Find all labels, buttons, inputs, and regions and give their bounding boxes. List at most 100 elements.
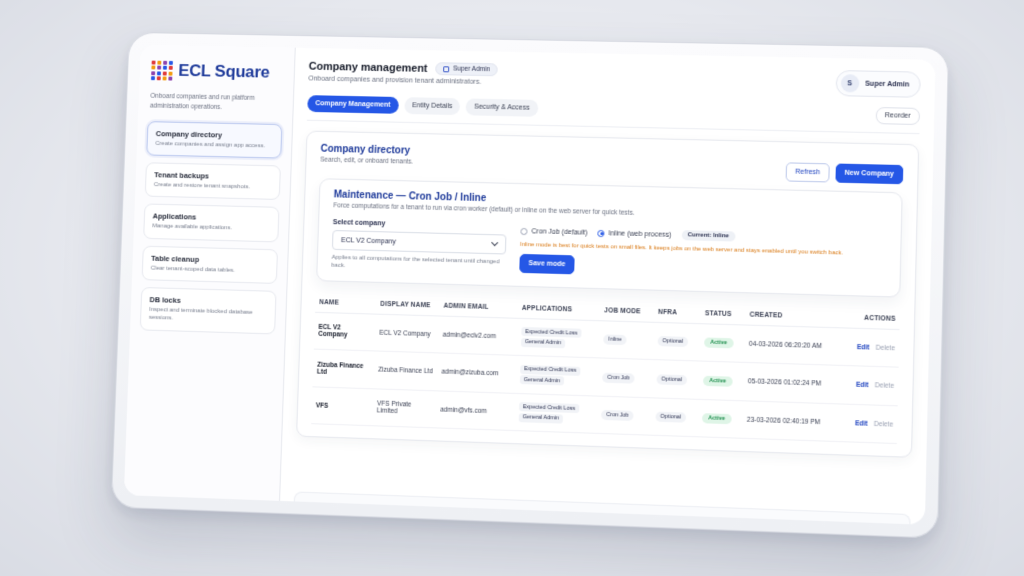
cell-created: 05-03-2026 01:02:24 PM (743, 362, 843, 404)
job-mode-chip: Cron Job (602, 372, 636, 384)
maintenance-panel: Maintenance — Cron Job / Inline Force co… (316, 178, 903, 298)
cell-name: ECL V2 Company (313, 312, 377, 352)
refresh-button[interactable]: Refresh (785, 162, 830, 183)
edit-button[interactable]: Edit (855, 420, 868, 428)
stage: ECL Square Onboard companies and run pla… (0, 0, 1024, 576)
delete-button[interactable]: Delete (875, 382, 894, 390)
cell-applications: Expected Credit Loss General Admin (514, 393, 598, 434)
radio-cron-job[interactable]: Cron Job (default) (520, 227, 588, 236)
main-content: Company management Super Admin Onboard c… (280, 48, 935, 525)
app-tag: General Admin (519, 375, 565, 386)
tab-entity-details[interactable]: Entity Details (403, 97, 461, 116)
app-screen: ECL Square Onboard companies and run pla… (123, 44, 936, 525)
save-mode-button[interactable]: Save mode (519, 253, 575, 275)
sidebar-item-desc: Manage available applications. (152, 223, 233, 232)
logo-mark-icon (150, 60, 173, 81)
cell-name: Zizuba Finance Ltd (312, 349, 375, 389)
logo-text: ECL Square (178, 61, 270, 82)
new-company-button[interactable]: New Company (835, 163, 904, 185)
status-badge: Active (704, 337, 734, 349)
logo-bar (167, 76, 173, 81)
job-mode-chip: Inline (603, 334, 627, 346)
logo-bar (162, 76, 167, 81)
app-tag: Expected Credit Loss (518, 402, 580, 414)
cell-status: Active (698, 361, 745, 401)
radio-inline-label: Inline (web process) (608, 229, 672, 239)
page-header: Company management Super Admin Onboard c… (308, 60, 921, 98)
cell-applications: Expected Credit Loss General Admin (515, 355, 599, 396)
cell-status: Active (697, 399, 744, 439)
cell-nfra: Optional (650, 397, 699, 438)
column-header: STATUS (700, 303, 746, 325)
sidebar-item-desc: Inspect and terminate blocked database s… (148, 307, 253, 322)
directory-subtitle: Search, edit, or onboard tenants. (320, 156, 414, 166)
logo[interactable]: ECL Square (150, 60, 284, 83)
cell-admin-email: admin@zizuba.com (436, 353, 517, 394)
sidebar-item-db-locks[interactable]: DB locks Inspect and terminate blocked da… (139, 287, 277, 335)
cell-actions: Edit Delete (842, 327, 900, 368)
logo-bar (156, 71, 162, 76)
logo-bar (162, 66, 168, 70)
tab-bar: Company Management Entity Details Securi… (307, 95, 538, 117)
edit-button[interactable]: Edit (857, 344, 870, 351)
logo-bar (156, 76, 162, 81)
nfra-chip: Optional (657, 336, 689, 348)
radio-inline[interactable]: Inline (web process) (597, 229, 672, 239)
status-badge: Active (702, 413, 732, 425)
logo-bar (150, 76, 156, 81)
edit-button[interactable]: Edit (856, 382, 869, 390)
table-body: ECL V2 Company ECL V2 Company admin@eclv2.… (311, 312, 900, 444)
cell-display-name: Zizuba Finance Ltd (373, 351, 439, 391)
sidebar: ECL Square Onboard companies and run pla… (123, 44, 296, 501)
logo-bar (168, 66, 173, 71)
column-header: ACTIONS (843, 307, 900, 330)
tab-company-management[interactable]: Company Management (307, 95, 399, 114)
column-header: NFRA (653, 302, 702, 324)
sidebar-item-title: Company directory (155, 128, 223, 139)
current-mode-badge: Current: Inline (681, 230, 736, 242)
delete-button[interactable]: Delete (874, 420, 893, 428)
sidebar-item-table-cleanup[interactable]: Table cleanup Clear tenant-scoped data ta… (141, 245, 279, 285)
cell-display-name: ECL V2 Company (374, 313, 440, 354)
page-subtitle: Onboard companies and provision tenant a… (308, 75, 482, 86)
company-table: NAME DISPLAY NAME ADMIN EMAIL APPLICATIONS J… (311, 292, 900, 445)
column-header: ADMIN EMAIL (439, 296, 519, 319)
column-header: DISPLAY NAME (376, 294, 440, 316)
company-directory-card: Company directory Search, edit, or onboa… (296, 130, 920, 459)
status-badge: Active (703, 375, 733, 387)
cell-status: Active (699, 323, 746, 363)
sidebar-item-company-directory[interactable]: Company directory Create companies and as… (146, 120, 283, 159)
cell-admin-email: admin@eclv2.com (438, 315, 518, 356)
tabs-row: Company Management Entity Details Securi… (306, 95, 921, 135)
cell-job-mode: Cron Job (596, 395, 652, 436)
next-card-edge (293, 491, 911, 525)
select-note: Applies to all computations for the sele… (331, 254, 500, 270)
user-menu[interactable]: S Super Admin (835, 69, 921, 98)
logo-bar (151, 65, 156, 70)
logo-bar (157, 60, 162, 65)
nfra-chip: Optional (656, 373, 688, 385)
tab-security-access[interactable]: Security & Access (465, 98, 538, 117)
logo-bar (168, 60, 173, 65)
cell-job-mode: Inline (598, 320, 654, 360)
cell-display-name: VFS Private Limited (372, 388, 437, 429)
chevron-down-icon (491, 239, 499, 247)
directory-title: Company directory (320, 143, 411, 157)
sidebar-item-applications[interactable]: Applications Manage available application… (143, 203, 280, 243)
radio-off-icon (520, 227, 528, 235)
logo-bar (151, 71, 156, 75)
delete-button[interactable]: Delete (876, 344, 895, 352)
nfra-chip: Optional (655, 411, 687, 423)
cell-job-mode: Cron Job (597, 358, 653, 398)
cell-created: 04-03-2026 06:20:20 AM (744, 324, 844, 366)
sidebar-item-desc: Create companies and assign app access. (155, 140, 266, 149)
role-badge-label: Super Admin (453, 65, 491, 74)
radio-on-icon (597, 229, 605, 237)
logo-bar (157, 65, 162, 70)
avatar: S (840, 74, 860, 93)
company-select[interactable]: ECL V2 Company (331, 230, 507, 255)
reorder-button[interactable]: Reorder (875, 106, 921, 126)
app-tag: Expected Credit Loss (520, 327, 582, 339)
column-header: JOB MODE (600, 300, 655, 323)
sidebar-item-tenant-backups[interactable]: Tenant backups Create and restore tenant … (144, 162, 281, 201)
